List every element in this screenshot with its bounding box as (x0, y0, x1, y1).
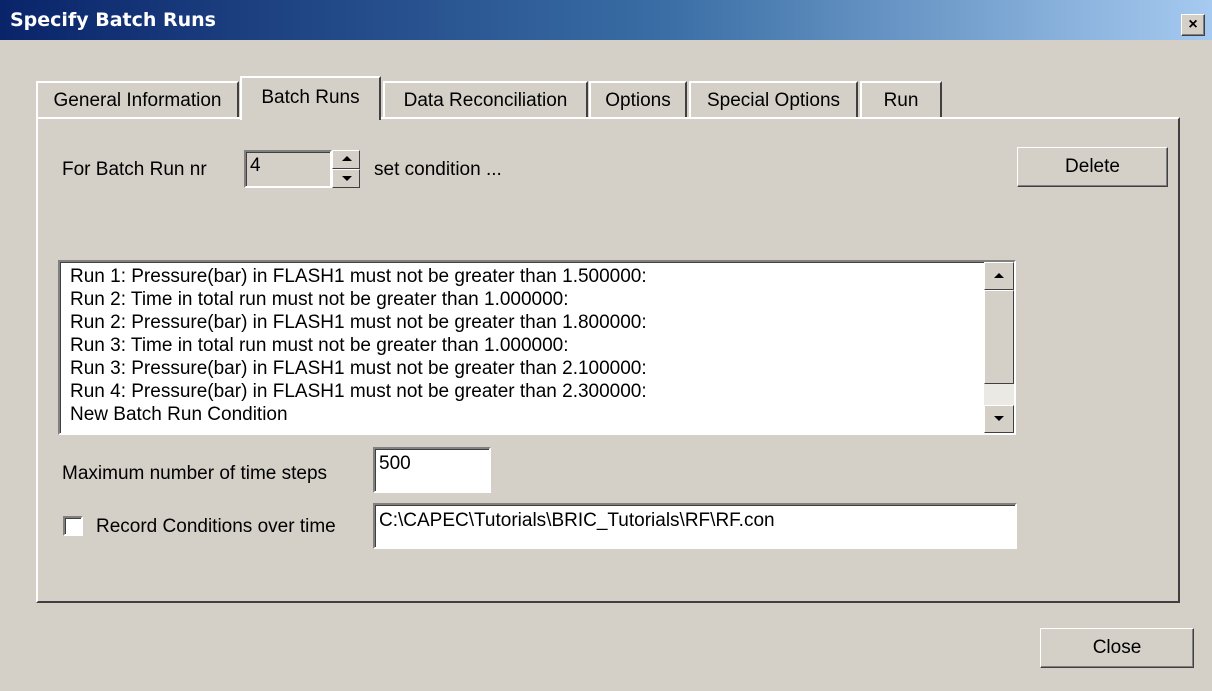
max-steps-input[interactable]: 500 (373, 447, 491, 493)
scroll-thumb[interactable] (984, 290, 1014, 384)
arrow-down-icon (342, 176, 352, 181)
spin-down-button[interactable] (332, 169, 360, 188)
list-item[interactable]: Run 2: Pressure(bar) in FLASH1 must not … (60, 311, 984, 334)
conditions-list: Run 1: Pressure(bar) in FLASH1 must not … (60, 265, 984, 426)
list-item[interactable]: Run 3: Pressure(bar) in FLASH1 must not … (60, 357, 984, 380)
record-conditions-label: Record Conditions over time (96, 516, 336, 537)
delete-button[interactable]: Delete (1017, 147, 1168, 187)
batch-run-number-input[interactable]: 4 (244, 150, 332, 188)
window-title: Specify Batch Runs (10, 9, 216, 31)
set-condition-label: set condition ... (374, 159, 502, 180)
list-item[interactable]: Run 2: Time in total run must not be gre… (60, 288, 984, 311)
conditions-listbox[interactable]: Run 1: Pressure(bar) in FLASH1 must not … (58, 260, 1016, 435)
record-conditions-checkbox[interactable] (63, 516, 83, 536)
title-bar: Specify Batch Runs × (0, 0, 1212, 40)
list-item[interactable]: Run 4: Pressure(bar) in FLASH1 must not … (60, 380, 984, 403)
spin-up-button[interactable] (332, 150, 360, 169)
list-item[interactable]: Run 3: Time in total run must not be gre… (60, 334, 984, 357)
list-item[interactable]: New Batch Run Condition (60, 403, 984, 426)
close-icon: × (1188, 16, 1198, 33)
tab-run[interactable]: Run (860, 81, 942, 117)
max-steps-label: Maximum number of time steps (62, 463, 328, 484)
arrow-down-icon (994, 416, 1004, 421)
arrow-up-icon (342, 156, 352, 161)
tab-options[interactable]: Options (589, 81, 687, 117)
close-button[interactable]: Close (1040, 628, 1194, 668)
scroll-up-button[interactable] (984, 262, 1014, 290)
record-path-input[interactable]: C:\CAPEC\Tutorials\BRIC_Tutorials\RF\RF.… (373, 503, 1017, 549)
tab-batch-runs[interactable]: Batch Runs (240, 76, 381, 120)
vertical-scrollbar[interactable] (984, 262, 1014, 433)
scroll-down-button[interactable] (984, 405, 1014, 433)
tab-special-options[interactable]: Special Options (689, 81, 858, 117)
tab-general-information[interactable]: General Information (36, 81, 239, 117)
batch-run-number-label: For Batch Run nr (62, 159, 207, 180)
tab-data-reconciliation[interactable]: Data Reconciliation (383, 81, 588, 117)
list-item[interactable]: Run 1: Pressure(bar) in FLASH1 must not … (60, 265, 984, 288)
close-window-button[interactable]: × (1181, 14, 1205, 36)
arrow-up-icon (994, 273, 1004, 278)
